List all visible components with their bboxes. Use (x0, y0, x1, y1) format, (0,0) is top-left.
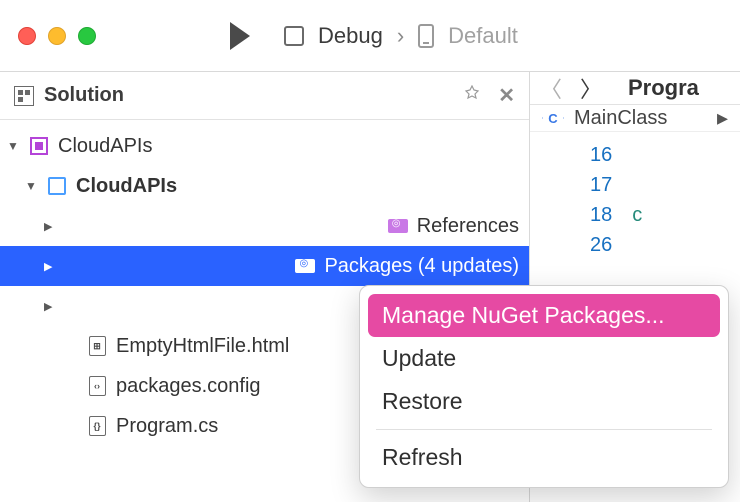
configuration-icon (284, 26, 304, 46)
html-file-icon: ⊞ (89, 336, 106, 356)
menu-update[interactable]: Update (368, 337, 720, 380)
tree-item-label: References (417, 215, 519, 238)
line-number: 26 (590, 230, 612, 260)
line-number: 16 (590, 140, 612, 170)
nav-forward-button[interactable]: 〉 (580, 72, 602, 104)
chevron-down-icon[interactable] (6, 139, 20, 153)
maximize-window-button[interactable] (78, 27, 96, 45)
solution-panel-icon (14, 86, 34, 106)
packages-context-menu: Manage NuGet Packages... Update Restore … (359, 285, 729, 488)
editor-tab[interactable]: Progra (628, 75, 699, 101)
chevron-right-icon: › (397, 23, 404, 49)
packages-icon (295, 259, 315, 273)
chevron-down-icon[interactable] (24, 179, 38, 193)
tree-item-label: EmptyHtmlFile.html (116, 335, 289, 358)
project-icon (48, 177, 66, 195)
menu-manage-nuget[interactable]: Manage NuGet Packages... (368, 294, 720, 337)
references-icon (388, 219, 408, 233)
device-icon (418, 24, 434, 48)
device-label: Default (448, 23, 518, 49)
titlebar: Debug › Default (0, 0, 740, 72)
pin-icon[interactable] (464, 85, 480, 106)
minimize-window-button[interactable] (48, 27, 66, 45)
menu-separator (376, 429, 712, 430)
panel-title: Solution (44, 84, 124, 107)
solution-icon (30, 137, 48, 155)
solution-explorer: Solution ✕ CloudAPIs CloudAPIs Reference… (0, 72, 530, 502)
class-icon: C (542, 107, 564, 129)
menu-restore[interactable]: Restore (368, 380, 720, 423)
chevron-right-icon: ▸ (717, 105, 728, 131)
config-file-icon: ‹› (89, 376, 106, 396)
panel-header: Solution ✕ (0, 72, 529, 120)
chevron-right-icon[interactable] (44, 260, 286, 273)
tree-item-label: CloudAPIs (58, 135, 153, 158)
tree-solution-root[interactable]: CloudAPIs (0, 126, 529, 166)
line-number: 18 (590, 200, 612, 230)
close-window-button[interactable] (18, 27, 36, 45)
window-controls (18, 27, 96, 45)
editor-tabbar: 〈 〉 Progra (530, 72, 740, 105)
chevron-right-icon[interactable] (44, 220, 379, 233)
cs-file-icon: {} (89, 416, 106, 436)
configuration-label: Debug (318, 23, 383, 49)
run-button[interactable] (230, 22, 250, 50)
run-configuration[interactable]: Debug › Default (284, 23, 518, 49)
nav-back-button[interactable]: 〈 (540, 72, 562, 104)
tree-references-node[interactable]: References (0, 206, 529, 246)
tree-packages-node[interactable]: Packages (4 updates) (0, 246, 529, 286)
breadcrumb-bar[interactable]: C MainClass ▸ (530, 105, 740, 132)
line-number: 17 (590, 170, 612, 200)
tree-project-node[interactable]: CloudAPIs (0, 166, 529, 206)
play-icon (230, 22, 250, 50)
breadcrumb-label: MainClass (574, 107, 667, 130)
chevron-right-icon[interactable] (44, 300, 390, 313)
tree-item-label: Program.cs (116, 415, 218, 438)
close-icon[interactable]: ✕ (490, 83, 515, 108)
tree-item-label: Packages (4 updates) (324, 255, 519, 278)
menu-refresh[interactable]: Refresh (368, 436, 720, 479)
tree-item-label: packages.config (116, 375, 261, 398)
tree-item-label: CloudAPIs (76, 175, 177, 198)
